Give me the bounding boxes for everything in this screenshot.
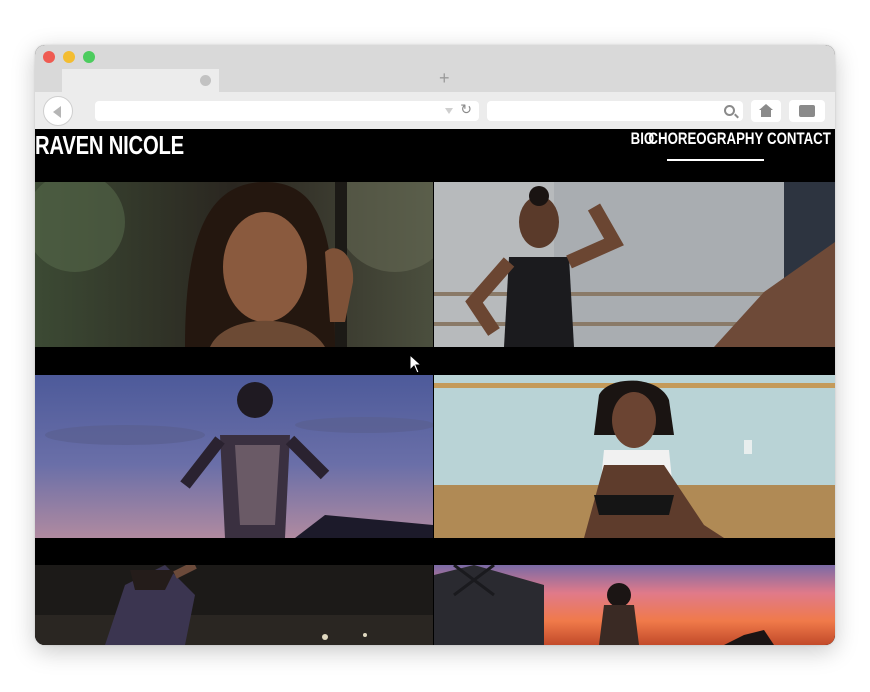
site-header: RAVEN NICOLE BIO CHOREOGRAPHY CONTACT	[35, 129, 835, 183]
close-window-button[interactable]	[43, 51, 55, 63]
window-icon	[799, 105, 815, 117]
home-icon	[759, 104, 773, 118]
studio-flex-image	[434, 182, 835, 347]
gallery-tile-portrait-forest[interactable]	[35, 182, 433, 347]
sunset-dance-image	[434, 565, 835, 645]
nav-item-choreography[interactable]: CHOREOGRAPHY	[648, 129, 763, 152]
address-bar[interactable]: ↻	[95, 101, 479, 121]
mouse-cursor-icon	[409, 354, 423, 374]
back-button[interactable]	[43, 96, 73, 126]
nav-item-contact[interactable]: CONTACT	[767, 129, 831, 152]
dusk-silhouette-image	[35, 375, 433, 538]
gallery-tile-studio-flex[interactable]	[434, 182, 835, 347]
extensions-button[interactable]	[789, 100, 825, 122]
chevron-down-icon[interactable]	[445, 108, 453, 114]
gallery-tile-dusk-silhouette[interactable]	[35, 375, 433, 538]
browser-chrome: + ↻	[35, 45, 835, 454]
browser-tab-active[interactable]	[62, 69, 219, 93]
gallery-tile-night-dance[interactable]	[35, 565, 433, 645]
active-nav-underline	[667, 159, 764, 161]
site-logo[interactable]: RAVEN NICOLE	[35, 130, 184, 161]
gallery-tile-studio-crouch[interactable]	[434, 375, 835, 538]
minimize-window-button[interactable]	[63, 51, 75, 63]
home-button[interactable]	[751, 100, 781, 122]
studio-crouch-image	[434, 375, 835, 538]
maximize-window-button[interactable]	[83, 51, 95, 63]
search-bar[interactable]	[487, 101, 743, 121]
browser-toolbar: ↻	[35, 92, 835, 129]
gallery-tile-sunset-dance[interactable]	[434, 565, 835, 645]
website-viewport: RAVEN NICOLE BIO CHOREOGRAPHY CONTACT	[35, 129, 835, 645]
portrait-forest-image	[35, 182, 433, 347]
night-dance-image	[35, 565, 433, 645]
new-tab-icon[interactable]: +	[439, 67, 450, 89]
reload-icon[interactable]: ↻	[460, 102, 472, 118]
browser-window: + ↻ RAVEN NICOLE BIO CHOREOGRAPHY CONTAC…	[35, 45, 835, 645]
search-icon[interactable]	[724, 105, 735, 116]
tab-close-icon[interactable]	[200, 75, 211, 86]
